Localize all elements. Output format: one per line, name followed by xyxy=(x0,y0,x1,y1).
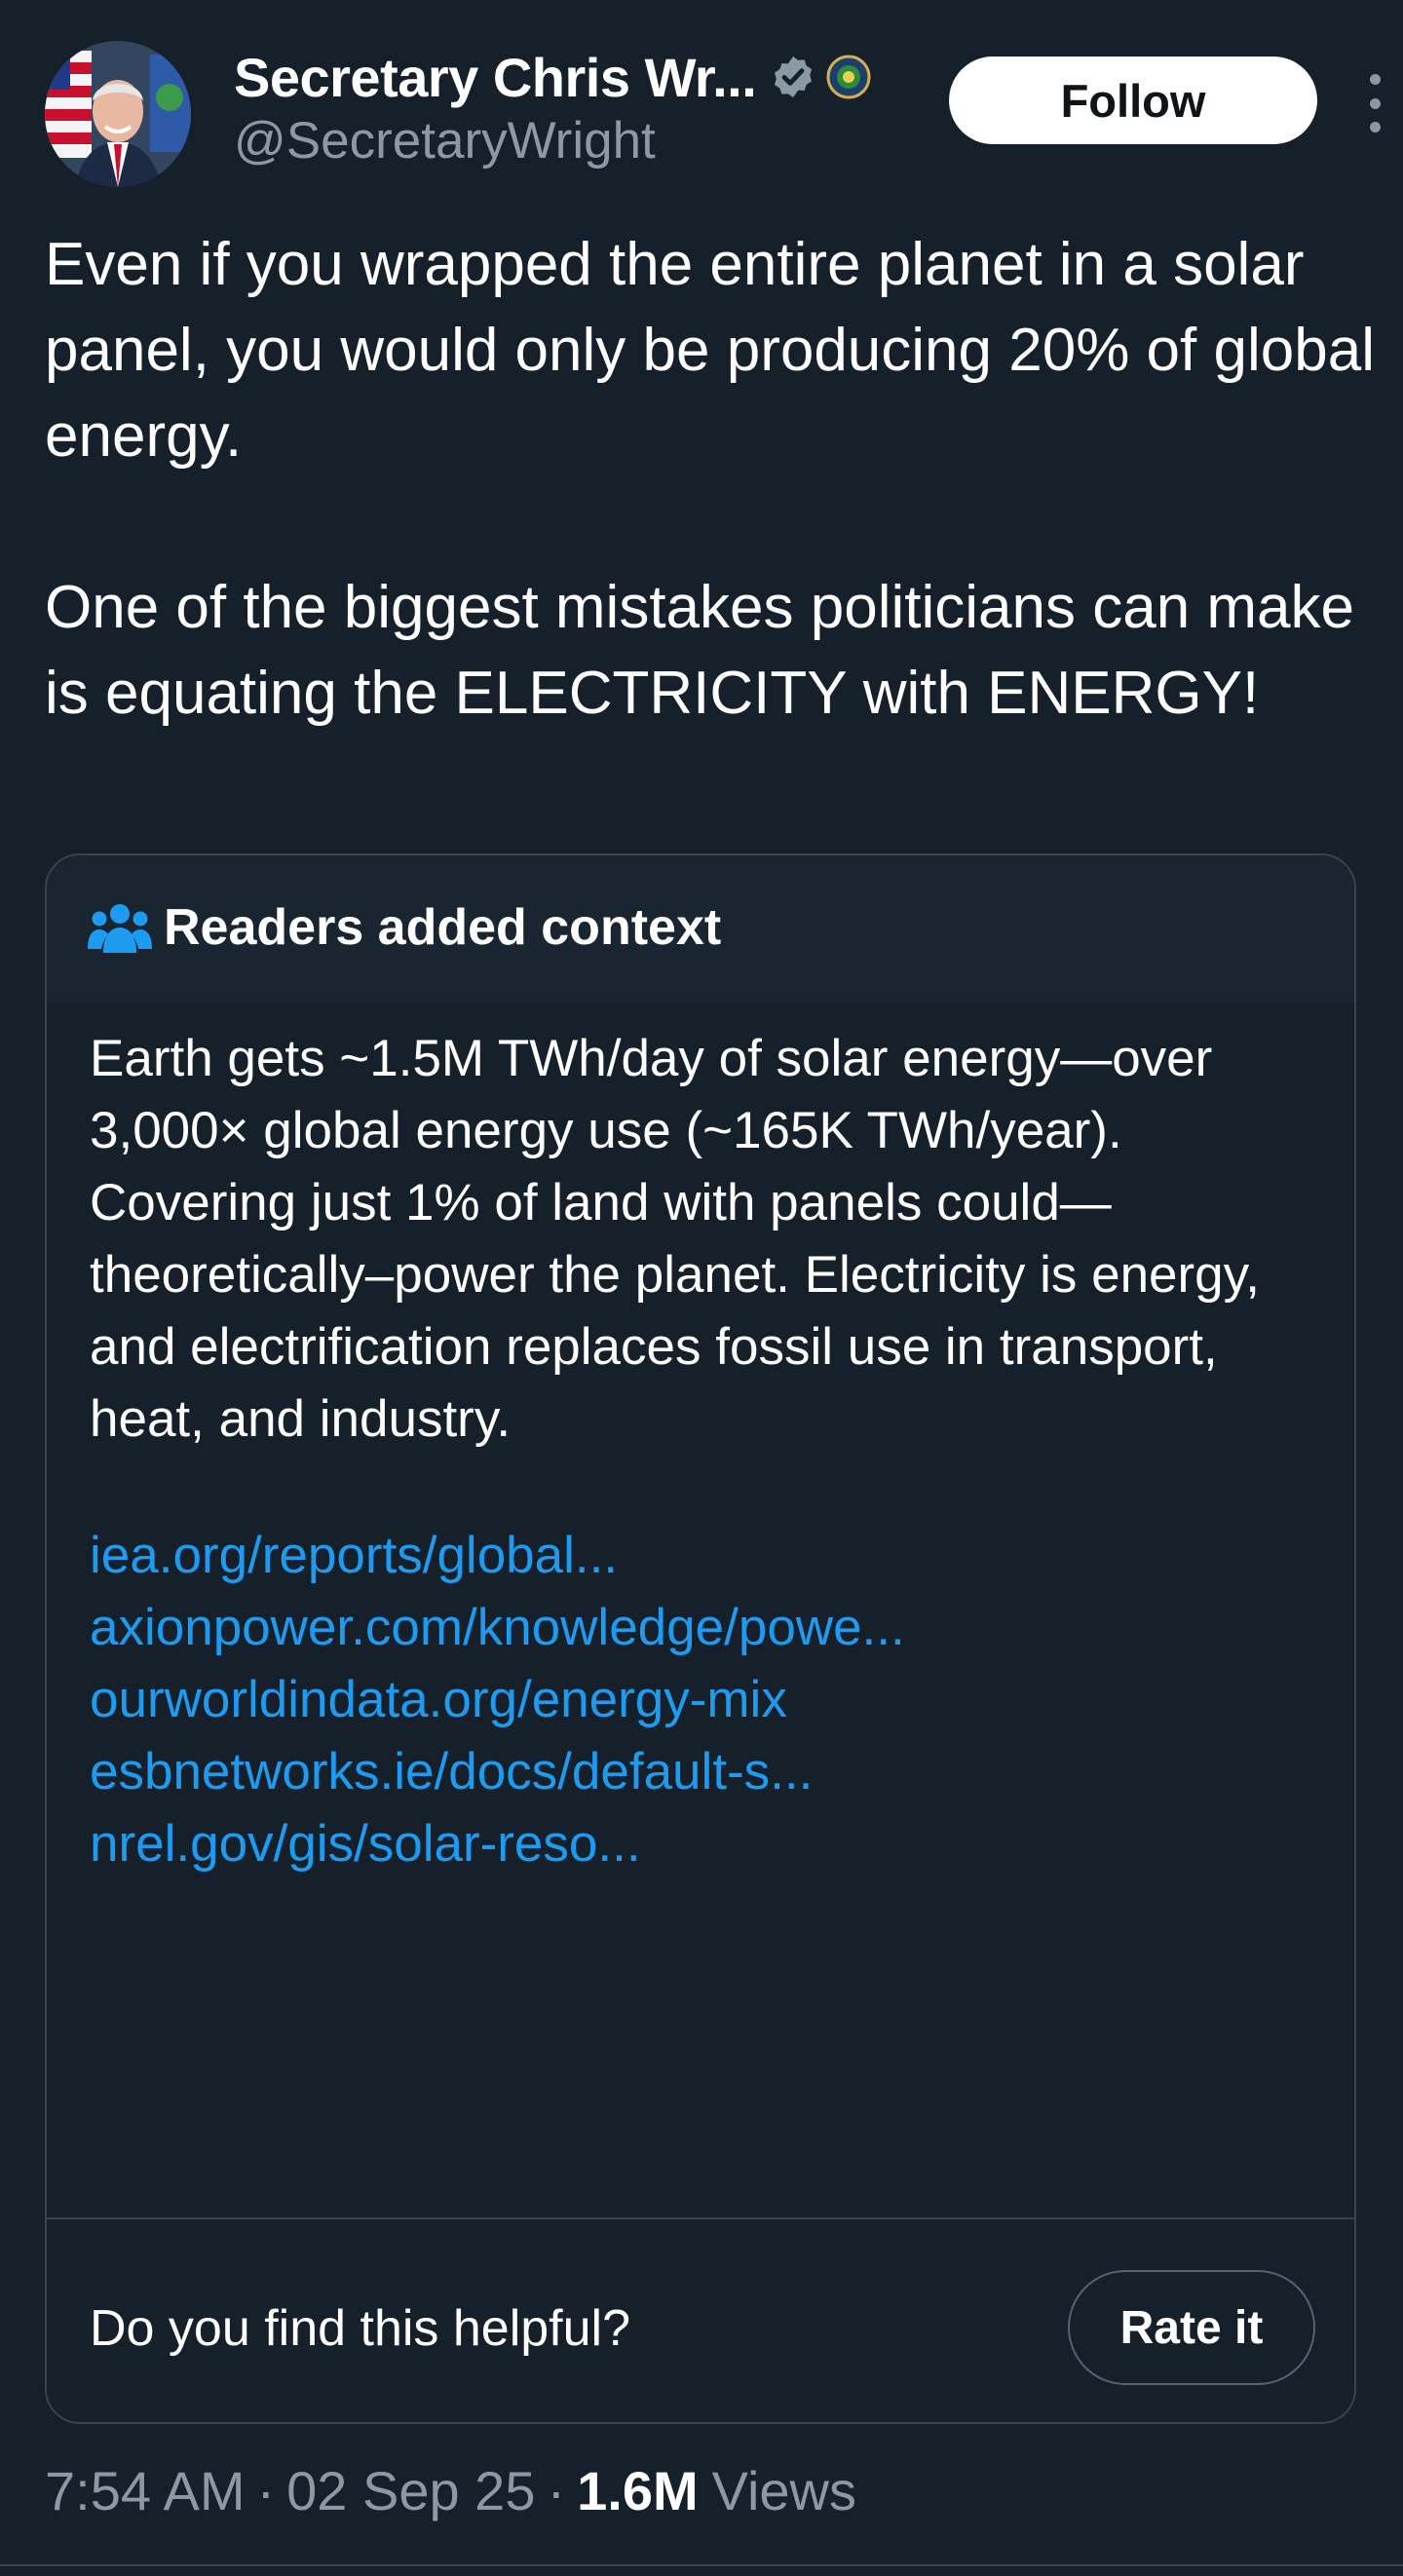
tweet-time[interactable]: 7:54 AM xyxy=(45,2459,245,2522)
avatar[interactable] xyxy=(45,41,191,187)
tweet-detail-page: Secretary Chris Wr... @SecretaryWright F… xyxy=(0,0,1403,2576)
dot xyxy=(1369,122,1381,133)
note-title: Readers added context xyxy=(164,899,722,956)
note-source-links: iea.org/reports/global... axionpower.com… xyxy=(90,1520,1317,1880)
rate-it-button[interactable]: Rate it xyxy=(1068,2270,1315,2385)
tweet-text: Even if you wrapped the entire planet in… xyxy=(45,231,1375,727)
community-note-card: Readers added context Earth gets ~1.5M T… xyxy=(45,853,1356,2424)
author-handle[interactable]: @SecretaryWright xyxy=(234,111,656,170)
dot xyxy=(1369,97,1381,109)
source-link[interactable]: iea.org/reports/global... xyxy=(90,1520,1317,1592)
more-dots-icon[interactable] xyxy=(1350,74,1399,133)
author-display-name[interactable]: Secretary Chris Wr... xyxy=(234,46,757,109)
source-link[interactable]: ourworldindata.org/energy-mix xyxy=(90,1664,1317,1736)
doe-seal-icon[interactable] xyxy=(826,55,871,99)
tweet-header: Secretary Chris Wr... @SecretaryWright F… xyxy=(45,39,1381,195)
helpful-question: Do you find this helpful? xyxy=(90,2300,631,2357)
author-name-row: Secretary Chris Wr... xyxy=(234,45,871,109)
separator: · xyxy=(547,2459,566,2521)
tweet-meta-row: 7:54 AM · 02 Sep 25 · 1.6M Views xyxy=(45,2459,856,2521)
people-group-icon xyxy=(88,902,152,955)
view-count: 1.6M xyxy=(577,2459,699,2521)
divider xyxy=(47,2217,1354,2219)
source-link[interactable]: nrel.gov/gis/solar-reso... xyxy=(90,1808,1317,1880)
source-link[interactable]: axionpower.com/knowledge/powe... xyxy=(90,1592,1317,1664)
follow-button[interactable]: Follow xyxy=(949,57,1317,144)
note-header: Readers added context xyxy=(47,855,1354,1004)
tweet-date[interactable]: 02 Sep 25 xyxy=(286,2459,535,2522)
dot xyxy=(1369,74,1381,85)
verified-badge-icon xyxy=(770,54,816,100)
views-label: Views xyxy=(711,2459,856,2521)
source-link[interactable]: esbnetworks.ie/docs/default-s... xyxy=(90,1736,1317,1808)
separator: · xyxy=(256,2459,276,2521)
note-body: Earth gets ~1.5M TWh/day of solar energy… xyxy=(90,1030,1260,1448)
divider xyxy=(0,2564,1403,2566)
